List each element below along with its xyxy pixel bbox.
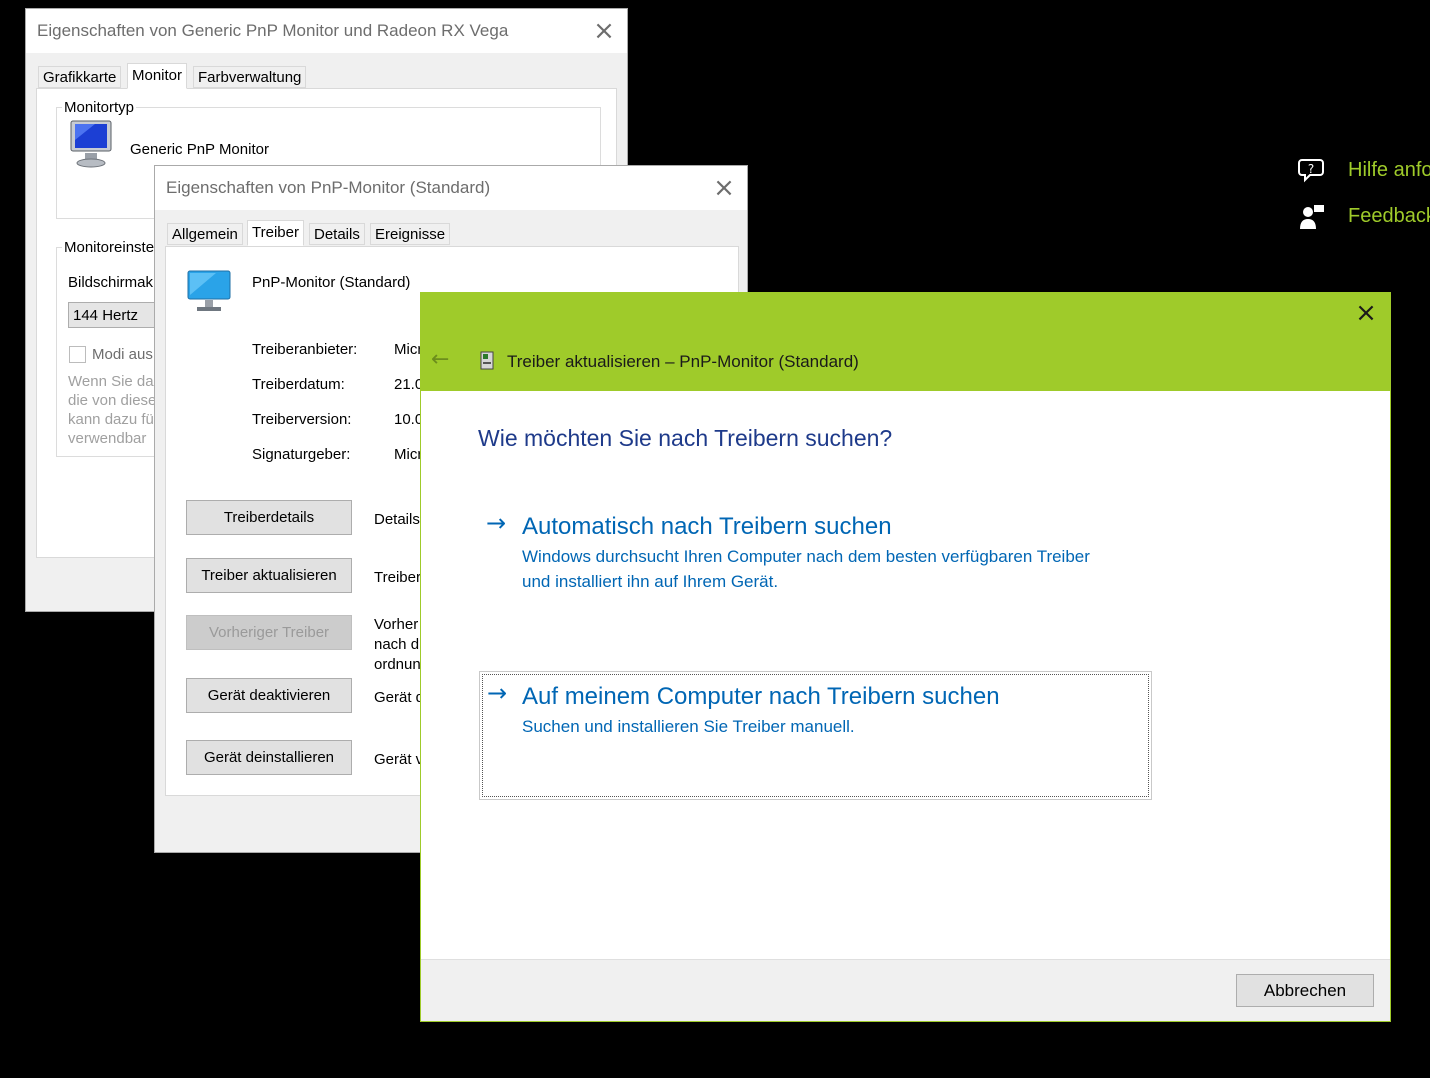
- help-chat-icon: ?: [1298, 159, 1324, 183]
- svg-text:?: ?: [1308, 162, 1314, 176]
- tab-ereignisse[interactable]: Ereignisse: [370, 223, 451, 245]
- close-button[interactable]: ×: [589, 17, 619, 47]
- hint-line-4: verwendbar: [68, 430, 147, 447]
- title-bar: Eigenschaften von PnP-Monitor (Standard)…: [155, 166, 747, 210]
- option-automatic-desc-1: Windows durchsucht Ihren Computer nach d…: [522, 547, 1090, 566]
- geraet-deinstallieren-desc: Gerät v: [374, 751, 424, 768]
- monitor-icon: [187, 270, 231, 311]
- info-label-version: Treiberversion:: [252, 411, 352, 428]
- modi-label: Modi aus: [92, 346, 153, 363]
- option-manual-title: Auf meinem Computer nach Treibern suchen: [522, 683, 1000, 710]
- vorheriger-treiber-button: Vorheriger Treiber: [186, 615, 352, 650]
- window-title: Eigenschaften von PnP-Monitor (Standard): [166, 178, 491, 197]
- back-arrow-icon[interactable]: ←: [431, 347, 449, 372]
- info-label-anbieter: Treiberanbieter:: [252, 341, 358, 358]
- help-link[interactable]: ? Hilfe anfo: [1298, 155, 1430, 185]
- option-manual-desc: Suchen und installieren Sie Treiber manu…: [522, 717, 855, 736]
- title-bar: Eigenschaften von Generic PnP Monitor un…: [26, 9, 627, 53]
- arrow-right-icon: →: [486, 509, 507, 537]
- feedback-link[interactable]: Feedback: [1298, 201, 1430, 231]
- info-value-datum: 21.0: [394, 376, 424, 393]
- device-name: PnP-Monitor (Standard): [252, 274, 411, 291]
- treiber-aktualisieren-desc: Treiber: [374, 569, 421, 586]
- tab-allgemein[interactable]: Allgemein: [167, 223, 243, 245]
- option-manual[interactable]: → Auf meinem Computer nach Treibern such…: [479, 671, 1152, 800]
- option-automatic[interactable]: → Automatisch nach Treibern suchen Windo…: [479, 507, 1151, 597]
- geraet-deaktivieren-button[interactable]: Gerät deaktivieren: [186, 678, 352, 713]
- close-button[interactable]: ×: [709, 174, 739, 204]
- modi-checkbox[interactable]: [69, 346, 86, 363]
- info-value-anbieter: Micr: [394, 341, 423, 358]
- geraet-deaktivieren-desc: Gerät d: [374, 689, 425, 706]
- help-label: Hilfe anfo: [1348, 159, 1430, 181]
- vorheriger-desc-line-1: Vorher: [374, 616, 419, 633]
- device-manager-icon: [480, 351, 494, 370]
- wizard-footer: Abbrechen: [421, 959, 1390, 1021]
- treiberdetails-button[interactable]: Treiberdetails: [186, 500, 352, 535]
- info-label-signatur: Signaturgeber:: [252, 446, 351, 463]
- monitor-name: Generic PnP Monitor: [130, 141, 269, 158]
- tab-farbverwaltung[interactable]: Farbverwaltung: [193, 66, 307, 88]
- option-automatic-title: Automatisch nach Treibern suchen: [522, 513, 892, 540]
- wizard-header: × ← Treiber aktualisieren – PnP-Monitor …: [421, 293, 1390, 391]
- option-automatic-desc-2: und installiert ihn auf Ihrem Gerät.: [522, 572, 779, 591]
- hint-line-3: kann dazu fü: [68, 411, 154, 428]
- treiberdetails-desc: Details: [374, 511, 420, 528]
- vorheriger-desc-line-2: nach d: [374, 636, 420, 653]
- tab-treiber[interactable]: Treiber: [247, 220, 304, 246]
- feedback-label: Feedback: [1348, 205, 1430, 227]
- geraet-deinstallieren-button[interactable]: Gerät deinstallieren: [186, 740, 352, 775]
- window-title: Eigenschaften von Generic PnP Monitor un…: [37, 21, 509, 40]
- info-label-datum: Treiberdatum:: [252, 376, 345, 393]
- feedback-person-icon: [1300, 205, 1324, 229]
- monitoreinstellungen-label: Monitoreinste: [62, 239, 157, 256]
- info-value-version: 10.0: [394, 411, 424, 428]
- close-button[interactable]: ×: [1351, 299, 1381, 329]
- cancel-button[interactable]: Abbrechen: [1236, 974, 1374, 1007]
- update-driver-wizard: × ← Treiber aktualisieren – PnP-Monitor …: [420, 292, 1391, 1022]
- monitortyp-label: Monitortyp: [62, 99, 137, 116]
- arrow-right-icon: →: [487, 679, 508, 707]
- treiber-aktualisieren-button[interactable]: Treiber aktualisieren: [186, 558, 352, 593]
- info-value-signatur: Micr: [394, 446, 423, 463]
- wizard-question: Wie möchten Sie nach Treibern suchen?: [478, 425, 893, 451]
- tab-details[interactable]: Details: [309, 223, 365, 245]
- hint-line-1: Wenn Sie da: [68, 373, 154, 390]
- monitor-icon: [70, 120, 112, 168]
- wizard-title: Treiber aktualisieren – PnP-Monitor (Sta…: [507, 352, 859, 371]
- tab-monitor[interactable]: Monitor: [127, 63, 188, 89]
- refresh-rate-value: 144 Hertz: [73, 307, 139, 324]
- tab-grafikkarte[interactable]: Grafikkarte: [38, 66, 122, 88]
- hint-line-2: die von diese: [68, 392, 157, 409]
- bildschirm-label: Bildschirmak: [68, 274, 154, 291]
- vorheriger-desc-line-3: ordnun: [374, 656, 421, 673]
